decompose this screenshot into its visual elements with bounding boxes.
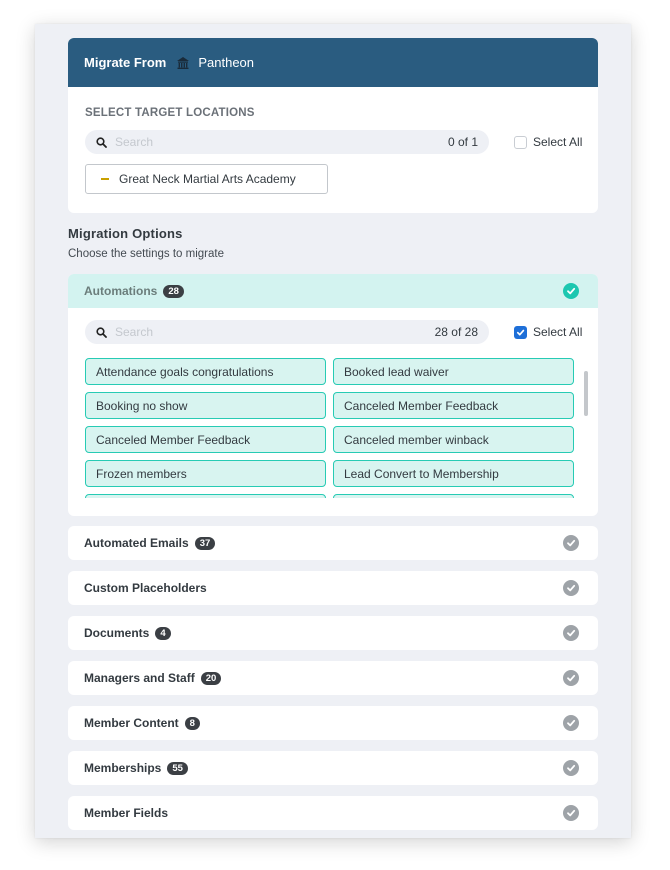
select-all-locations-label: Select All	[533, 135, 583, 149]
check-circle-icon	[563, 625, 579, 641]
option-documents[interactable]: Documents 4	[68, 616, 598, 650]
automation-chip-label: Canceled Member Feedback	[96, 432, 251, 447]
search-icon	[96, 136, 107, 148]
automations-body: Search 28 of 28 Select All Attendance go…	[68, 308, 598, 516]
automation-chip-label: Booked lead waiver	[344, 364, 449, 379]
automation-chip[interactable]: Booked lead waiver	[333, 358, 574, 385]
automation-chip[interactable]: Booking no show	[85, 392, 326, 419]
location-search-placeholder: Search	[115, 135, 154, 149]
automation-list: Attendance goals congratulations Booked …	[85, 358, 577, 498]
location-chip[interactable]: Great Neck Martial Arts Academy	[85, 164, 328, 194]
location-name: Great Neck Martial Arts Academy	[119, 172, 296, 186]
option-managers-and-staff[interactable]: Managers and Staff 20	[68, 661, 598, 695]
option-member-fields[interactable]: Member Fields	[68, 796, 598, 830]
migrate-from-card: Migrate From Pantheon SELECT TARGET LOCA…	[68, 38, 598, 213]
automation-chip[interactable]: Canceled Member Feedback	[333, 392, 574, 419]
automation-chip-label: Attendance goals congratulations	[96, 364, 274, 379]
option-automated-emails[interactable]: Automated Emails 37	[68, 526, 598, 560]
option-count-badge: 4	[155, 626, 171, 640]
automations-title: Automations	[84, 284, 158, 298]
check-circle-icon	[563, 283, 579, 299]
migrate-from-source: Pantheon	[198, 55, 255, 70]
location-count: 0 of 1	[447, 135, 478, 149]
automation-chip-partial[interactable]	[85, 494, 326, 498]
automation-chip-label: Lead Convert to Membership	[344, 466, 499, 481]
option-count-badge: 20	[200, 671, 222, 685]
check-circle-icon	[563, 535, 579, 551]
automation-chip[interactable]: Canceled member winback	[333, 426, 574, 453]
automation-chip-label: Booking no show	[96, 398, 188, 413]
migration-panel: Migrate From Pantheon SELECT TARGET LOCA…	[35, 24, 631, 838]
check-circle-icon	[563, 805, 579, 821]
option-custom-placeholders[interactable]: Custom Placeholders	[68, 571, 598, 605]
check-circle-icon	[563, 760, 579, 776]
option-title: Memberships	[84, 761, 162, 775]
location-marker	[101, 178, 109, 180]
search-icon	[96, 326, 107, 338]
select-all-locations-checkbox[interactable]	[514, 135, 527, 149]
option-title: Documents	[84, 626, 150, 640]
option-memberships[interactable]: Memberships 55	[68, 751, 598, 785]
location-search-input[interactable]: Search 0 of 1	[85, 130, 489, 154]
automation-chip[interactable]: Canceled Member Feedback	[85, 426, 326, 453]
check-circle-icon	[563, 670, 579, 686]
select-all-locations[interactable]: Select All	[514, 135, 582, 149]
automation-chip-partial[interactable]	[333, 494, 574, 498]
option-title: Member Fields	[84, 806, 169, 820]
automation-chip-label: Canceled member winback	[344, 432, 489, 447]
automations-count-badge: 28	[163, 284, 184, 298]
migrate-from-title: Migrate From	[84, 55, 167, 70]
check-circle-icon	[563, 580, 579, 596]
migration-options-subtitle: Choose the settings to migrate	[68, 248, 224, 260]
automation-search-input[interactable]: Search 28 of 28	[85, 320, 489, 344]
check-circle-icon	[563, 715, 579, 731]
automation-chip[interactable]: Attendance goals congratulations	[85, 358, 326, 385]
automation-chip-label: Frozen members	[96, 466, 187, 481]
automation-list-scrollbar[interactable]	[584, 352, 588, 498]
option-count-badge: 8	[184, 716, 200, 730]
automation-chip[interactable]: Lead Convert to Membership	[333, 460, 574, 487]
pantheon-logo-icon	[176, 56, 190, 70]
option-count-badge: 37	[194, 536, 216, 550]
option-count-badge: 55	[167, 761, 188, 775]
automation-selected-count: 28 of 28	[434, 325, 478, 339]
automations-card: Automations 28 Search 28 of 28 Select Al…	[68, 274, 598, 516]
scrollbar-thumb[interactable]	[584, 371, 588, 416]
target-locations-label: SELECT TARGET LOCATIONS	[85, 107, 255, 119]
automations-header[interactable]: Automations 28	[68, 274, 598, 308]
migration-options-title: Migration Options	[68, 226, 183, 241]
migrate-from-header: Migrate From Pantheon	[68, 38, 598, 87]
automation-chip[interactable]: Frozen members	[85, 460, 326, 487]
option-title: Custom Placeholders	[84, 581, 207, 595]
select-all-automations-checkbox[interactable]	[514, 325, 527, 339]
select-all-automations[interactable]: Select All	[514, 325, 582, 339]
option-title: Automated Emails	[84, 536, 189, 550]
option-title: Member Content	[84, 716, 179, 730]
select-all-automations-label: Select All	[533, 325, 583, 339]
option-member-content[interactable]: Member Content 8	[68, 706, 598, 740]
automation-chip-label: Canceled Member Feedback	[344, 398, 499, 413]
target-locations-section: SELECT TARGET LOCATIONS Search 0 of 1 Se…	[68, 87, 598, 213]
automation-search-placeholder: Search	[115, 325, 154, 339]
option-title: Managers and Staff	[84, 671, 195, 685]
